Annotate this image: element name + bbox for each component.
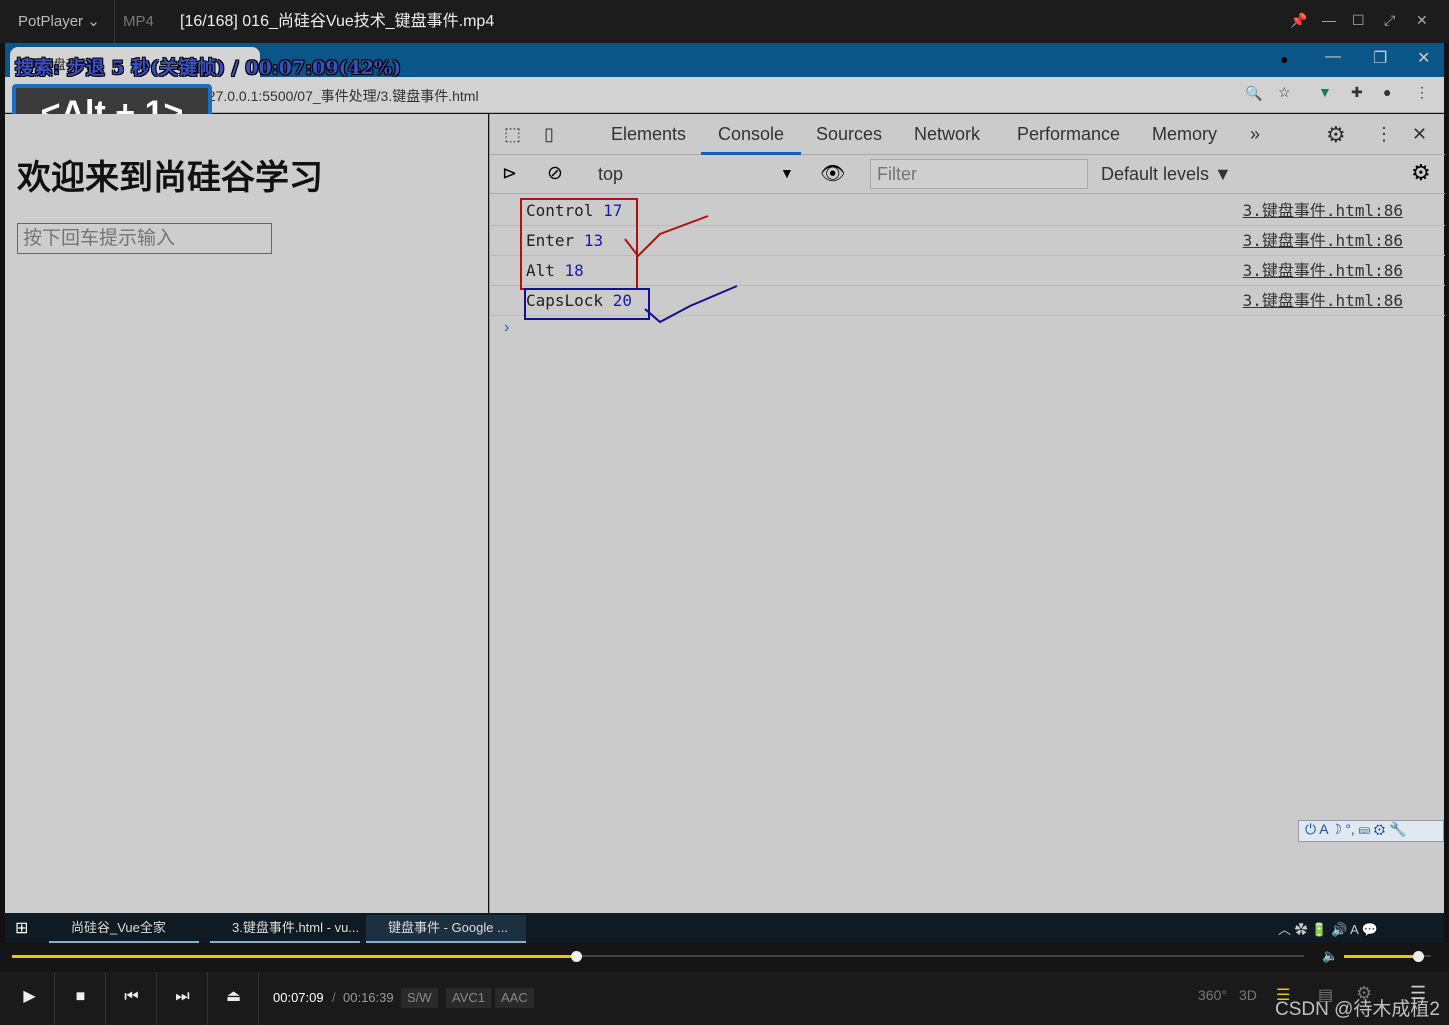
tab-sources[interactable]: Sources (816, 114, 882, 155)
seek-handle[interactable] (571, 951, 583, 962)
format-label: MP4 (123, 13, 154, 30)
browser-close[interactable]: ✕ (1417, 48, 1430, 68)
total-time: 00:16:39 (343, 990, 394, 1005)
badge-audio-codec[interactable]: AAC (495, 988, 534, 1008)
log-source-link[interactable]: 3.键盘事件.html:86 (1243, 196, 1403, 226)
play-button[interactable]: ▶ (5, 972, 55, 1025)
inspect-icon[interactable]: ⬚ (504, 114, 521, 155)
extensions-icon[interactable]: ✚ (1351, 84, 1363, 101)
page-heading: 欢迎来到尚硅谷学习 (17, 159, 323, 197)
bookmark-star-icon[interactable]: ☆ (1278, 84, 1291, 101)
pin-icon[interactable]: 📌 (1290, 12, 1307, 29)
volume-level (1344, 955, 1418, 958)
osd-seek-message: 搜索: 步退 5 秒(关键帧) / 00:07:09(42%) (15, 57, 402, 79)
url-field[interactable]: 127.0.0.1:5500/07_事件处理/3.键盘事件.html (200, 86, 479, 106)
badge-video-codec[interactable]: AVC1 (446, 988, 491, 1008)
close-devtools-icon[interactable]: ✕ (1412, 114, 1427, 155)
video-title: [16/168] 016_尚硅谷Vue技术_键盘事件.mp4 (180, 13, 495, 30)
console-toolbar: ⊳ ⊘ top ▼ 👁 Default levels ▼ ⚙ (490, 155, 1445, 194)
tab-elements[interactable]: Elements (611, 114, 686, 155)
volume-handle[interactable] (1412, 951, 1424, 962)
devtools-panel: ⬚ ▯ Elements Console Sources Network Per… (489, 114, 1445, 913)
volume-icon[interactable]: 🔈 (1322, 948, 1338, 964)
filter-input[interactable] (870, 159, 1088, 189)
settings-icon[interactable]: ⚙ (1326, 114, 1346, 155)
taskbar-item-vscode[interactable]: 3.键盘事件.html - vu... (210, 915, 360, 943)
enter-input[interactable] (17, 223, 272, 254)
log-source-link[interactable]: 3.键盘事件.html:86 (1243, 286, 1403, 316)
chevron-down-icon: ▼ (780, 165, 794, 181)
more-tabs-icon[interactable]: » (1250, 114, 1260, 155)
windows-taskbar: ⊞ 尚硅谷_Vue全家桶.d... 3.键盘事件.html - vu... 键盘… (5, 913, 1444, 961)
taskbar-item-word[interactable]: 尚硅谷_Vue全家桶.d... (49, 915, 199, 961)
maximize-button[interactable]: ☐ (1352, 12, 1365, 29)
tray-icons[interactable]: ︿ ✿ 🔋 🔊 A 💬 (1278, 919, 1378, 938)
sidebar-toggle-icon[interactable]: ⊳ (502, 163, 517, 184)
ime-toolbar[interactable]: ⏻ A ☽ °, ⌨ ⚙ 🔧 (1298, 820, 1444, 842)
context-select[interactable]: top (598, 164, 623, 185)
badge-renderer[interactable]: S/W (401, 988, 438, 1008)
current-time: 00:07:09 (273, 990, 324, 1005)
annotation-checkmarks (624, 215, 738, 324)
browser-menu-icon[interactable]: ⋮ (1415, 84, 1429, 101)
console-settings-icon[interactable]: ⚙ (1411, 160, 1431, 186)
seekbar[interactable]: 🔈 (0, 943, 1449, 972)
fullscreen-button[interactable]: ⤢ (1384, 12, 1395, 29)
seek-progress (12, 955, 577, 958)
potplayer-menu[interactable]: PotPlayer ⌄ (0, 0, 115, 43)
browser-restore[interactable]: ❐ (1373, 48, 1387, 68)
device-toggle-icon[interactable]: ▯ (544, 114, 554, 155)
address-bar: 127.0.0.1:5500/07_事件处理/3.键盘事件.html 🔍 ☆ ▼… (5, 77, 1444, 113)
player-titlebar: PotPlayer ⌄ MP4 [16/168] 016_尚硅谷Vue技术_键盘… (0, 0, 1449, 43)
taskbar-item-chrome[interactable]: 键盘事件 - Google ... (366, 915, 526, 943)
zoom-icon[interactable]: 🔍 (1245, 85, 1262, 102)
profile-icon[interactable]: ● (1280, 51, 1288, 67)
3d-icon[interactable]: 3D (1239, 987, 1257, 1003)
devtools-tabbar: ⬚ ▯ Elements Console Sources Network Per… (490, 114, 1445, 155)
browser-minimize[interactable]: — (1325, 48, 1341, 66)
eye-icon[interactable]: 👁 (820, 161, 845, 186)
player-controls: ▶ ■ ⏮ ⏭ ⏏ 00:07:09 / 00:16:39 S/W AVC1 A… (0, 972, 1449, 1025)
next-button[interactable]: ⏭ (158, 972, 208, 1025)
more-options-icon[interactable]: ⋮ (1375, 114, 1393, 155)
tab-console[interactable]: Console (701, 114, 802, 155)
eject-button[interactable]: ⏏ (209, 972, 259, 1025)
clear-console-icon[interactable]: ⊘ (547, 162, 563, 185)
close-button[interactable]: ✕ (1416, 12, 1428, 29)
browser-tabstrip: 键盘事件 搜索: 步退 5 秒(关键帧) / 00:07:09(42%) ● —… (5, 43, 1444, 79)
log-source-link[interactable]: 3.键盘事件.html:86 (1243, 226, 1403, 256)
vue-devtools-icon[interactable]: ▼ (1318, 84, 1332, 100)
levels-select[interactable]: Default levels ▼ (1101, 164, 1232, 185)
tab-performance[interactable]: Performance (1017, 114, 1120, 155)
minimize-button[interactable]: — (1322, 12, 1336, 28)
web-page: 欢迎来到尚硅谷学习 (5, 114, 488, 913)
tab-memory[interactable]: Memory (1152, 114, 1217, 155)
account-icon[interactable]: ● (1383, 84, 1391, 100)
csdn-watermark: CSDN @待木成植2 (1275, 999, 1440, 1020)
360-icon[interactable]: 360° (1198, 987, 1227, 1003)
log-source-link[interactable]: 3.键盘事件.html:86 (1243, 256, 1403, 286)
tab-network[interactable]: Network (914, 114, 980, 155)
previous-button[interactable]: ⏮ (107, 972, 157, 1025)
windows-start-icon[interactable]: ⊞ (15, 918, 28, 938)
stop-button[interactable]: ■ (56, 972, 106, 1025)
